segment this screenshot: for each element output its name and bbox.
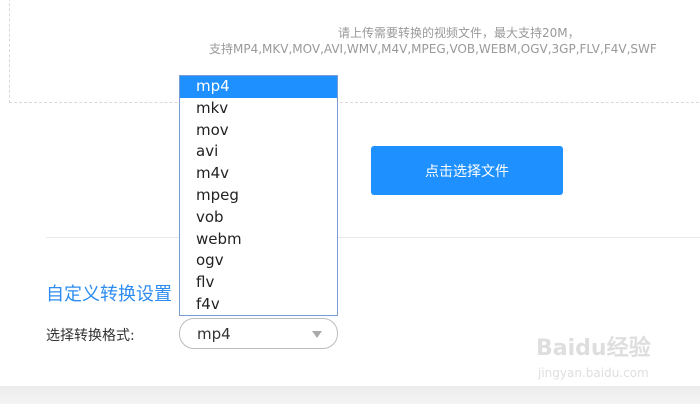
- page-bottom-shadow: [0, 386, 700, 404]
- format-option-vob[interactable]: vob: [180, 207, 337, 229]
- format-option-webm[interactable]: webm: [180, 229, 337, 251]
- section-divider: [46, 237, 700, 238]
- format-option-mkv[interactable]: mkv: [180, 98, 337, 120]
- format-option-mp4[interactable]: mp4: [180, 76, 337, 98]
- select-file-button[interactable]: 点击选择文件: [371, 146, 563, 195]
- format-option-mov[interactable]: mov: [180, 120, 337, 142]
- chevron-down-icon: [312, 331, 322, 338]
- custom-settings-title: 自定义转换设置: [46, 284, 172, 305]
- watermark-logo-text: Baidu经验: [536, 336, 651, 361]
- format-select-value: mp4: [197, 325, 231, 343]
- format-select-label: 选择转换格式:: [46, 328, 135, 344]
- upload-drop-zone[interactable]: 请上传需要转换的视频文件，最大支持20M， 支持MP4,MKV,MOV,AVI,…: [9, 0, 700, 103]
- format-option-m4v[interactable]: m4v: [180, 163, 337, 185]
- watermark-url: jingyan.baidu.com: [538, 366, 649, 380]
- format-option-ogv[interactable]: ogv: [180, 250, 337, 272]
- upload-hint-size: 请上传需要转换的视频文件，最大支持20M，: [338, 26, 580, 40]
- upload-hint-formats: 支持MP4,MKV,MOV,AVI,WMV,M4V,MPEG,VOB,WEBM,…: [209, 42, 657, 56]
- format-option-avi[interactable]: avi: [180, 141, 337, 163]
- format-option-mpeg[interactable]: mpeg: [180, 185, 337, 207]
- format-select[interactable]: mp4: [179, 318, 338, 349]
- format-option-flv[interactable]: flv: [180, 272, 337, 294]
- baidu-jingyan-watermark: Baidu经验 jingyan.baidu.com: [536, 330, 686, 388]
- format-dropdown-list[interactable]: mp4 mkv mov avi m4v mpeg vob webm ogv fl…: [179, 75, 338, 316]
- format-option-f4v[interactable]: f4v: [180, 294, 337, 316]
